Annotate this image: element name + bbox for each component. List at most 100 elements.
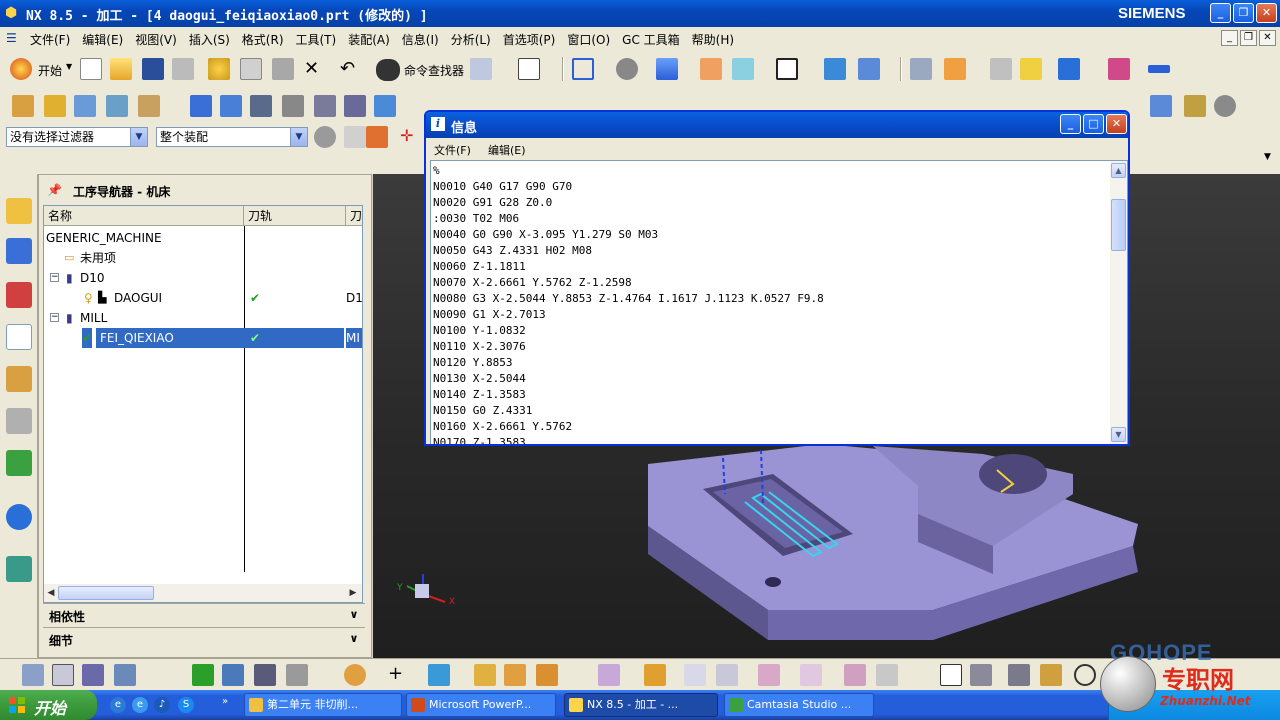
column-name-header[interactable]: 名称 <box>44 206 244 226</box>
tree-row[interactable]: − ▮ D10 <box>44 268 362 288</box>
menu-preferences[interactable]: 首选项(P) <box>503 31 556 48</box>
cut-icon[interactable] <box>208 58 230 80</box>
start-icon[interactable] <box>10 58 32 80</box>
horizontal-scrollbar[interactable]: ◀ ▶ <box>44 584 362 602</box>
postprocess-icon[interactable] <box>344 95 366 117</box>
scroll-left-icon[interactable]: ◀ <box>44 586 58 600</box>
command-finder-button[interactable]: 命令查找器 <box>404 62 464 79</box>
web-browser-icon[interactable] <box>6 556 32 582</box>
chevron-down-icon[interactable]: ▼ <box>66 62 72 71</box>
feature-icon[interactable] <box>344 664 366 686</box>
chevron-down-icon[interactable]: ∨ <box>345 630 363 648</box>
scale-icon[interactable] <box>844 664 866 686</box>
transform-icon[interactable] <box>428 664 450 686</box>
create-geometry-icon[interactable] <box>74 95 96 117</box>
tree-row-selected[interactable]: ✔ FEI_QIEXIAO ✔ MI <box>44 328 362 348</box>
doc-restore-button[interactable]: ❐ <box>1240 30 1257 46</box>
info-dialog-titlebar[interactable]: i 信息 _ □ ✕ <box>426 112 1128 138</box>
output-cls-icon[interactable] <box>1150 95 1172 117</box>
feed-icon[interactable] <box>1214 95 1236 117</box>
analysis-icon[interactable] <box>970 664 992 686</box>
snap-view-icon[interactable] <box>824 58 846 80</box>
gear-icon[interactable] <box>314 126 336 148</box>
delete-icon[interactable]: ✕ <box>304 58 319 79</box>
path-icon[interactable] <box>222 664 244 686</box>
info-text-area[interactable]: % N0010 G40 G17 G90 G70 N0020 G91 G28 Z0.0… <box>430 160 1128 444</box>
info-menu-edit[interactable]: 编辑(E) <box>488 142 526 158</box>
verify-check-icon[interactable] <box>192 664 214 686</box>
chevron-right-icon[interactable]: » <box>222 696 228 707</box>
collapse-icon[interactable]: − <box>50 313 59 322</box>
info-window-icon[interactable] <box>518 58 540 80</box>
batch-process-icon[interactable] <box>1184 95 1206 117</box>
menu-analysis[interactable]: 分析(L) <box>451 31 491 48</box>
info-maximize-button[interactable]: □ <box>1083 114 1104 134</box>
reuse-library-icon[interactable] <box>6 366 32 392</box>
assembly-navigator-icon[interactable] <box>6 198 32 224</box>
verify-icon[interactable] <box>1108 58 1130 80</box>
machine-tool-icon[interactable] <box>990 58 1012 80</box>
menu-insert[interactable]: 插入(S) <box>189 31 230 48</box>
scroll-down-icon[interactable]: ▼ <box>1111 427 1126 442</box>
tool-icon[interactable] <box>944 58 966 80</box>
ie-icon[interactable]: e <box>110 697 126 713</box>
assembly-scope-dropdown[interactable]: 整个装配 ▼ <box>156 127 308 147</box>
edit-icon[interactable] <box>598 664 620 686</box>
snap-point-icon[interactable] <box>366 126 388 148</box>
view-orient-icon[interactable] <box>656 58 678 80</box>
browser-icon[interactable]: e <box>132 697 148 713</box>
pattern-icon[interactable] <box>800 664 822 686</box>
undo-icon[interactable]: ↶ <box>340 58 355 79</box>
list-toolpath-icon[interactable] <box>250 95 272 117</box>
method-icon[interactable] <box>1020 58 1042 80</box>
binoculars-icon[interactable] <box>376 59 400 81</box>
minimize-button[interactable]: _ <box>1210 3 1231 23</box>
point-icon[interactable]: ✛ <box>400 126 413 145</box>
create-tool-icon[interactable] <box>44 95 66 117</box>
create-operation-icon[interactable] <box>138 95 160 117</box>
scroll-up-icon[interactable]: ▲ <box>1111 163 1126 178</box>
toolbar-options-icon[interactable] <box>1246 126 1268 148</box>
skype-icon[interactable]: S <box>178 697 194 713</box>
start-menu-button[interactable]: 开始 <box>38 62 62 79</box>
doc-minimize-button[interactable]: _ <box>1221 30 1238 46</box>
layer-icon[interactable] <box>700 58 722 80</box>
tree-row[interactable]: − ▮ MILL <box>44 308 362 328</box>
scroll-right-icon[interactable]: ▶ <box>346 586 360 600</box>
nx-app-icon[interactable]: ⬢ <box>5 5 23 21</box>
menu-tools[interactable]: 工具(T) <box>296 31 337 48</box>
media-icon[interactable]: ♪ <box>154 697 170 713</box>
tree-row[interactable]: GENERIC_MACHINE <box>44 228 362 248</box>
zoom-icon[interactable] <box>1074 664 1096 686</box>
menu-gc-toolkit[interactable]: GC 工具箱 <box>622 31 680 48</box>
constraint-navigator-icon[interactable] <box>6 238 32 264</box>
object-icon[interactable] <box>474 664 496 686</box>
menu-assemblies[interactable]: 装配(A) <box>348 31 390 48</box>
info-icon[interactable] <box>6 504 32 530</box>
paste-icon[interactable] <box>272 58 294 80</box>
print-icon[interactable] <box>172 58 194 80</box>
navigator-tree[interactable]: 名称 刀轨 刀 GENERIC_MACHINE ▭ 未用项 − ▮ D10 ♀ … <box>43 205 363 603</box>
task-camtasia[interactable]: Camtasia Studio ... <box>724 693 874 717</box>
start-button[interactable]: 开始 <box>0 690 97 720</box>
tree-row[interactable]: ▭ 未用项 <box>44 248 362 268</box>
task-nx[interactable]: NX 8.5 - 加工 - ... <box>564 693 718 717</box>
list-icon[interactable] <box>254 664 276 686</box>
open-icon[interactable] <box>110 58 132 80</box>
copy-icon[interactable] <box>240 58 262 80</box>
menu-format[interactable]: 格式(R) <box>242 31 284 48</box>
chevron-down-icon[interactable]: ▼ <box>1264 152 1271 162</box>
machine-tool-view-icon[interactable] <box>82 664 104 686</box>
generate-path-icon[interactable] <box>1058 58 1080 80</box>
wcs-icon[interactable] <box>732 58 754 80</box>
mirror-icon[interactable] <box>684 664 706 686</box>
orient-icon[interactable] <box>858 58 880 80</box>
touch-mode-icon[interactable] <box>470 58 492 80</box>
create-program-icon[interactable] <box>12 95 34 117</box>
chart-icon[interactable] <box>940 664 962 686</box>
details-panel[interactable]: 细节 ∨ <box>43 627 365 649</box>
info-minimize-button[interactable]: _ <box>1060 114 1081 134</box>
view-icon[interactable] <box>22 664 44 686</box>
new-icon[interactable] <box>80 58 102 80</box>
chevron-down-icon[interactable]: ▼ <box>130 128 147 146</box>
